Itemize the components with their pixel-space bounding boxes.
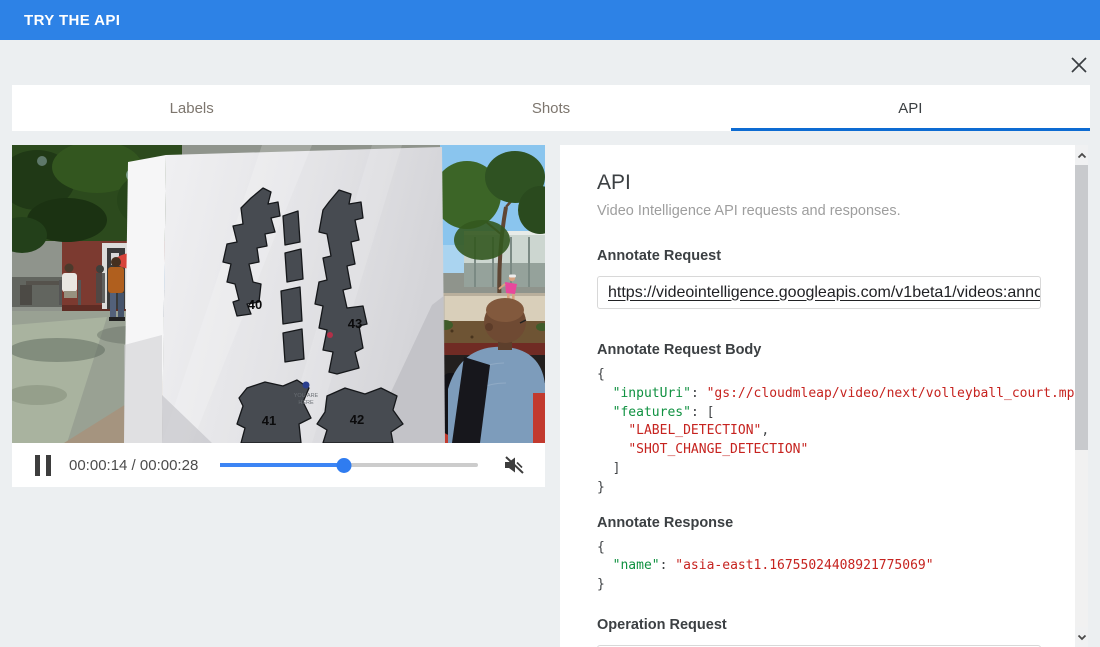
volume-muted-button[interactable] (502, 455, 525, 475)
annotate-request-label: Annotate Request (597, 248, 1041, 264)
map-marker-dot (327, 332, 333, 338)
park-scene-right (433, 145, 545, 443)
annotate-response-code: { "name": "asia-east1.167550244089217750… (597, 539, 1041, 595)
scroll-down-button[interactable] (1075, 627, 1088, 647)
tab-api[interactable]: API (731, 85, 1090, 131)
app-bar-title: TRY THE API (24, 12, 120, 29)
map-label-43: 43 (348, 316, 362, 331)
you-are-here-text: YOU ARE (294, 393, 319, 399)
api-panel: API Video Intelligence API requests and … (560, 145, 1088, 647)
player-controls: 00:00:14 / 00:00:28 (12, 443, 545, 487)
sign-board: 40 43 41 42 YOU ARE HERE (124, 145, 445, 443)
map-shape-41 (237, 380, 311, 443)
pause-button[interactable] (35, 455, 51, 476)
progress-fill (220, 463, 344, 467)
panel-scrollbar[interactable] (1075, 145, 1088, 647)
app-bar: TRY THE API (0, 0, 1100, 40)
red-chair-right (533, 393, 545, 443)
you-are-here-marker (303, 382, 310, 389)
time-display: 00:00:14 / 00:00:28 (69, 457, 198, 474)
tab-labels-text: Labels (170, 100, 214, 117)
volume-muted-icon (502, 455, 525, 475)
scroll-up-icon (1077, 152, 1087, 159)
scroll-down-icon (1077, 634, 1087, 641)
tab-shots-text: Shots (532, 100, 570, 117)
map-fragment (283, 211, 300, 245)
you-are-here-text: HERE (298, 400, 314, 406)
panel-title: API (597, 171, 1041, 195)
video-frame[interactable]: 40 43 41 42 YOU ARE HERE (12, 145, 545, 443)
map-fragment (281, 287, 302, 324)
annotate-request-url: https://videointelligence.googleapis.com… (608, 284, 1041, 302)
scroll-thumb[interactable] (1075, 165, 1088, 450)
annotate-response-label: Annotate Response (597, 515, 1041, 531)
tab-bar: Labels Shots API (12, 85, 1090, 131)
annotate-request-body-code: { "inputUri": "gs://cloudmleap/video/nex… (597, 366, 1041, 498)
map-fragment (285, 249, 303, 282)
tab-api-text: API (898, 100, 922, 117)
video-player: 40 43 41 42 YOU ARE HERE 00:00:14 / 00:0… (12, 145, 545, 487)
progress-knob[interactable] (336, 458, 351, 473)
close-button[interactable] (1066, 52, 1092, 78)
close-icon (1069, 55, 1089, 75)
tab-shots[interactable]: Shots (371, 85, 730, 131)
panel-subtitle: Video Intelligence API requests and resp… (597, 203, 1041, 219)
map-label-41: 41 (262, 413, 276, 428)
operation-request-label: Operation Request (597, 617, 1041, 633)
map-label-40: 40 (248, 297, 262, 312)
tab-labels[interactable]: Labels (12, 85, 371, 131)
seek-slider[interactable] (220, 457, 478, 473)
pause-icon (35, 455, 40, 476)
map-fragment (283, 329, 304, 362)
annotate-request-url-field[interactable]: https://videointelligence.googleapis.com… (597, 276, 1041, 309)
annotate-request-body-label: Annotate Request Body (597, 342, 1041, 358)
cafe-tables (12, 277, 62, 307)
map-label-42: 42 (350, 412, 364, 427)
scroll-up-button[interactable] (1075, 145, 1088, 165)
